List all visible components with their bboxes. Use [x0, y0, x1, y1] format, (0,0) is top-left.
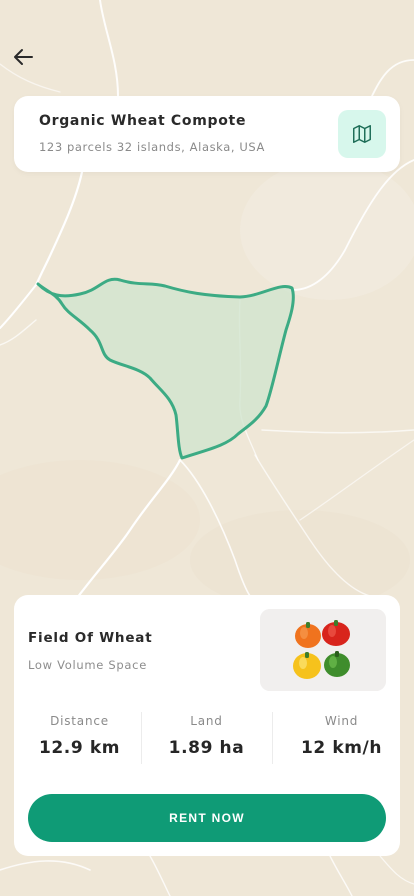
stat-wind: Wind 12 km/h: [276, 707, 407, 765]
location-title: Organic Wheat Compote: [39, 113, 247, 129]
stat-divider: [272, 712, 273, 764]
location-card: Organic Wheat Compote 123 parcels 32 isl…: [14, 96, 400, 172]
map-view-button[interactable]: [338, 110, 386, 158]
field-title: Field Of Wheat: [28, 630, 153, 646]
back-button[interactable]: [8, 42, 38, 72]
stat-value: 1.89 ha: [168, 738, 245, 758]
field-details-card: Field Of Wheat Low Volume Space Distance: [14, 595, 400, 856]
rent-now-label: RENT NOW: [169, 811, 245, 825]
stat-land: Land 1.89 ha: [141, 707, 272, 765]
bell-peppers-image: [260, 609, 386, 691]
field-stats: Distance 12.9 km Land 1.89 ha Wind 12 km…: [14, 707, 400, 765]
arrow-left-icon: [14, 49, 33, 65]
folded-map-icon: [353, 125, 371, 143]
stat-label: Land: [190, 714, 223, 728]
stat-value: 12 km/h: [300, 738, 383, 758]
field-subtitle: Low Volume Space: [28, 658, 147, 672]
stat-label: Wind: [324, 714, 359, 728]
rent-now-button[interactable]: RENT NOW: [28, 794, 386, 842]
location-address: 123 parcels 32 islands, Alaska, USA: [39, 140, 265, 154]
stat-label: Distance: [50, 714, 109, 728]
stat-distance: Distance 12.9 km: [14, 707, 145, 765]
stat-value: 12.9 km: [38, 738, 121, 758]
